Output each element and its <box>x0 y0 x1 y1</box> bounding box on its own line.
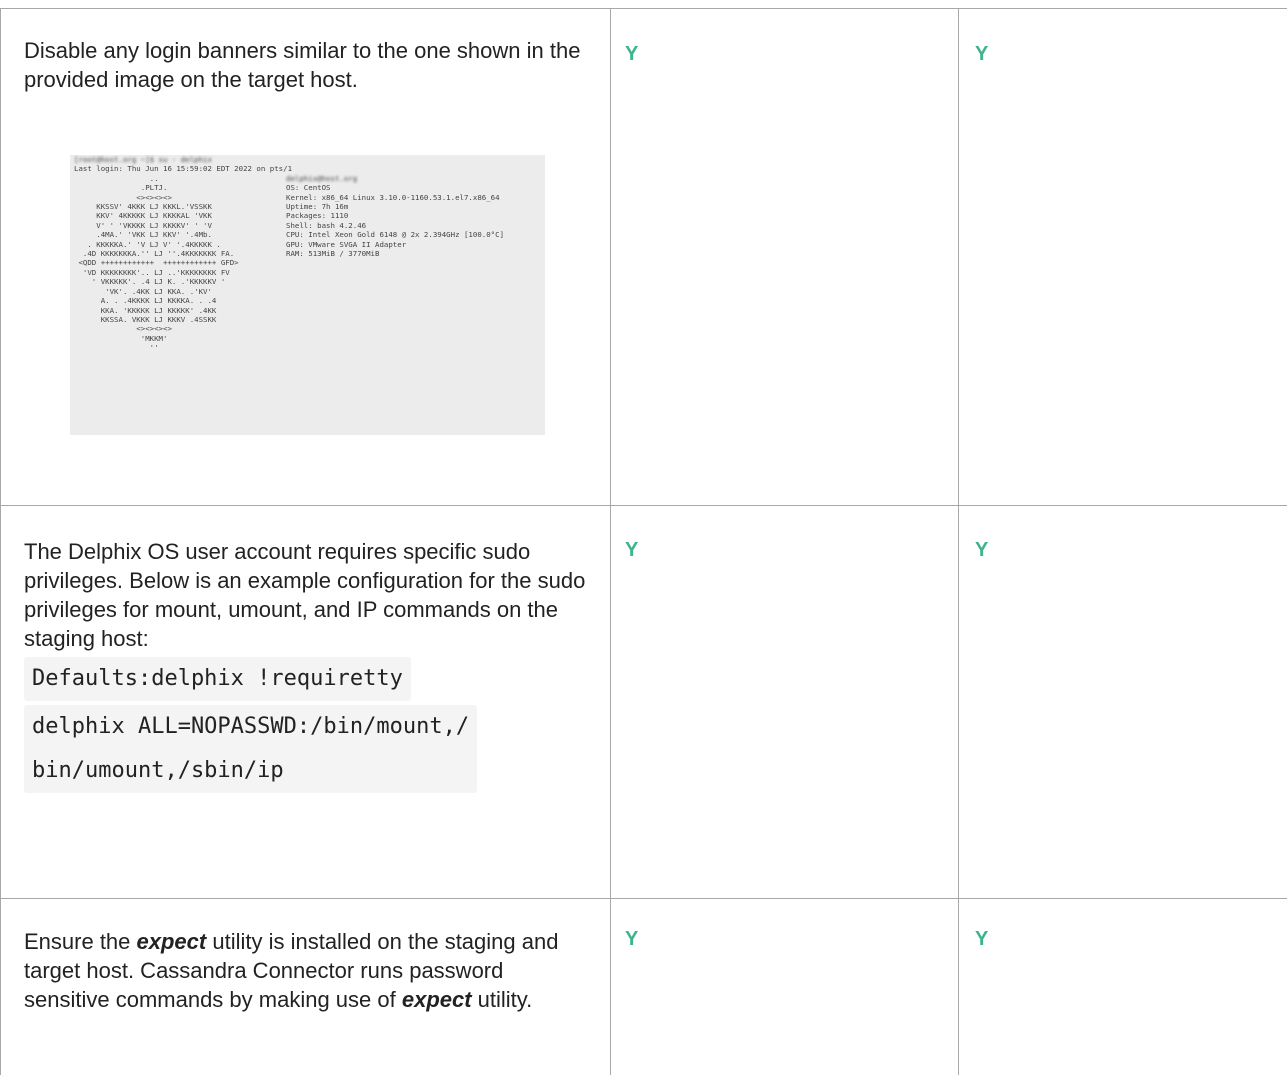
code-line: delphix ALL=NOPASSWD:/bin/mount,/ bin/um… <box>24 705 478 793</box>
requirement-text: Ensure the expect utility is installed o… <box>24 927 590 1014</box>
login-banner-image: [root@host.org ~]$ su - delphix Last log… <box>70 155 545 435</box>
check-mark-yes: Y <box>975 539 989 561</box>
table-border-top <box>0 8 1287 9</box>
banner-blurred-header: [root@host.org ~]$ su - delphix <box>74 155 212 164</box>
banner-info-lines: OS: CentOS Kernel: x86_64 Linux 3.10.0-1… <box>286 183 505 259</box>
banner-blurred-user: delphix@host.org <box>286 173 358 183</box>
row-divider-2 <box>0 898 1287 899</box>
requirement-text: The Delphix OS user account requires spe… <box>24 537 590 793</box>
code-block: delphix ALL=NOPASSWD:/bin/mount,/ bin/um… <box>24 705 590 793</box>
check-mark-yes: Y <box>625 928 639 950</box>
banner-last-login: Last login: Thu Jun 16 15:59:02 EDT 2022… <box>74 164 293 174</box>
code-block: Defaults:delphix !requiretty <box>24 657 590 701</box>
banner-ascii-art: [root@host.org ~]$ su - delphix Last log… <box>74 155 292 353</box>
code-line: Defaults:delphix !requiretty <box>24 657 411 701</box>
requirement-text-part: utility. <box>471 987 533 1012</box>
check-mark-yes: Y <box>975 928 989 950</box>
check-mark-yes: Y <box>975 43 989 65</box>
column-divider-2 <box>958 8 959 1075</box>
banner-art-lines: .. .PLTJ. <><><><> KKSSV' 4KKK LJ KKKL.'… <box>78 173 239 353</box>
requirement-description: The Delphix OS user account requires spe… <box>24 539 586 651</box>
banner-system-info: delphix@host.org OS: CentOS Kernel: x86_… <box>286 174 504 259</box>
requirement-text: Disable any login banners similar to the… <box>24 38 581 92</box>
requirements-table: Disable any login banners similar to the… <box>0 0 1287 1075</box>
code-line-part: delphix ALL=NOPASSWD:/bin/mount,/ <box>32 714 470 739</box>
emphasis-utility-name: expect <box>401 987 472 1012</box>
check-mark-yes: Y <box>625 539 639 561</box>
check-mark-yes: Y <box>625 43 639 65</box>
row-divider-1 <box>0 505 1287 506</box>
emphasis-utility-name: expect <box>136 929 207 954</box>
code-line-part: bin/umount,/sbin/ip <box>32 758 284 783</box>
requirement-text-part: Ensure the <box>24 929 137 954</box>
table-border-left <box>0 8 1 1075</box>
column-divider-1 <box>610 8 611 1075</box>
